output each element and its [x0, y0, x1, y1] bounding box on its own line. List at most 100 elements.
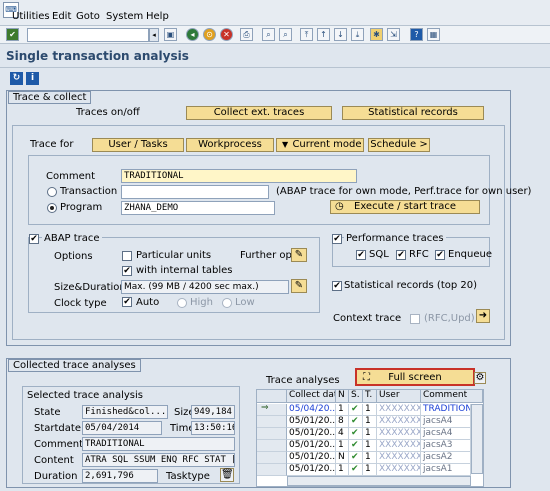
cell-user[interactable]: XXXXXXX	[377, 440, 421, 452]
row-selector[interactable]	[257, 416, 287, 428]
column-s[interactable]: S.	[349, 390, 363, 402]
cell-n[interactable]: 1	[336, 404, 349, 416]
full-screen-button[interactable]: ⛶ Full screen	[355, 368, 475, 386]
info-icon[interactable]: i	[26, 72, 39, 85]
delete-trash-icon[interactable]: 🗑	[220, 468, 234, 482]
table-row[interactable]: 05/01/20.. N ✔ 1 XXXXXXX jacsA2	[257, 452, 471, 464]
menu-goto[interactable]: Goto	[76, 11, 100, 22]
cell-collect-date[interactable]: 05/01/20..	[287, 464, 336, 476]
row-selector[interactable]: ⇒	[257, 403, 287, 416]
statistical-records-button[interactable]: Statistical records	[342, 106, 484, 120]
back-icon[interactable]: ◂	[186, 28, 199, 41]
collect-ext-traces-button[interactable]: Collect ext. traces	[186, 106, 332, 120]
internal-tables-checkbox[interactable]: ✔	[122, 266, 132, 276]
column-collect-date[interactable]: Collect date	[287, 390, 336, 402]
performance-traces-checkbox[interactable]: ✔	[332, 234, 342, 244]
row-selector[interactable]	[257, 440, 287, 452]
abap-trace-checkbox[interactable]: ✔	[29, 234, 39, 244]
command-dropdown-icon[interactable]: ◂	[149, 28, 159, 42]
cell-user[interactable]: XXXXXXX	[377, 452, 421, 464]
cell-collect-date[interactable]: 05/04/20..	[287, 404, 336, 416]
exit-icon[interactable]: ⊙	[203, 28, 216, 41]
cell-user[interactable]: XXXXXXX	[377, 416, 421, 428]
print-icon[interactable]: ⎙	[240, 28, 253, 41]
cell-comment[interactable]: TRADITIONAL	[421, 404, 471, 416]
clock-low-radio[interactable]	[222, 298, 232, 308]
table-row[interactable]: 05/01/20.. 8 ✔ 1 XXXXXXX jacsA4	[257, 416, 471, 428]
find-icon[interactable]: ⌕	[262, 28, 275, 41]
execute-start-trace-button[interactable]: ◷ Execute / start trace	[330, 200, 480, 214]
cell-collect-date[interactable]: 05/01/20..	[287, 440, 336, 452]
column-comment[interactable]: Comment	[421, 390, 483, 402]
context-trace-go-icon[interactable]: ➜	[476, 309, 490, 323]
cell-s[interactable]: ✔	[349, 452, 363, 464]
cell-t[interactable]: 1	[363, 416, 377, 428]
enter-icon[interactable]: ✔	[6, 28, 19, 41]
layout-settings-icon[interactable]: ⚙	[474, 372, 486, 384]
cell-user[interactable]: XXXXXXXX	[377, 404, 421, 416]
row-selector[interactable]	[257, 428, 287, 440]
tab-schedule[interactable]: Schedule >	[368, 138, 430, 152]
size-duration-edit-icon[interactable]: ✎	[291, 279, 307, 293]
next-page-icon[interactable]: ↓	[334, 28, 347, 41]
vertical-scrollbar[interactable]	[471, 404, 483, 474]
enqueue-checkbox[interactable]: ✔	[435, 250, 445, 260]
comment-input[interactable]: TRADITIONAL	[121, 169, 357, 183]
cell-t[interactable]: 1	[363, 428, 377, 440]
rfc-checkbox[interactable]: ✔	[396, 250, 406, 260]
cell-comment[interactable]: jacsA4	[421, 416, 471, 428]
cell-n[interactable]: N	[336, 452, 349, 464]
cell-s[interactable]: ✔	[349, 464, 363, 476]
cell-n[interactable]: 4	[336, 428, 349, 440]
new-session-icon[interactable]: ✱	[370, 28, 383, 41]
menu-help[interactable]: Help	[146, 11, 169, 22]
last-page-icon[interactable]: ⤓	[351, 28, 364, 41]
menu-utilities[interactable]: Utilities	[12, 11, 50, 22]
table-row[interactable]: 05/01/20.. 4 ✔ 1 XXXXXXX jacsA4	[257, 428, 471, 440]
refresh-icon[interactable]: ↻	[10, 72, 23, 85]
cell-t[interactable]: 1	[363, 440, 377, 452]
cell-s[interactable]: ✔	[349, 428, 363, 440]
transaction-radio[interactable]	[47, 187, 57, 197]
program-radio[interactable]	[47, 203, 57, 213]
context-trace-checkbox[interactable]	[410, 314, 420, 324]
program-input[interactable]: ZHANA_DEMO	[121, 201, 275, 215]
find-next-icon[interactable]: ⌕	[279, 28, 292, 41]
layout-menu-icon[interactable]: ▦	[427, 28, 440, 41]
cell-comment[interactable]: jacsA2	[421, 452, 471, 464]
clock-auto-checkbox[interactable]: ✔	[122, 297, 132, 307]
cell-comment[interactable]: jacsA1	[421, 464, 471, 476]
cancel-icon[interactable]: ✕	[220, 28, 233, 41]
cell-comment[interactable]: jacsA4	[421, 428, 471, 440]
cell-t[interactable]: 1	[363, 404, 377, 416]
cell-comment[interactable]: jacsA3	[421, 440, 471, 452]
cell-s[interactable]: ✔	[349, 416, 363, 428]
cell-s[interactable]: ✔	[349, 440, 363, 452]
cell-s[interactable]: ✔	[349, 404, 363, 416]
cell-collect-date[interactable]: 05/01/20..	[287, 428, 336, 440]
cell-n[interactable]: 1	[336, 440, 349, 452]
help-icon[interactable]: ?	[410, 28, 423, 41]
table-row[interactable]: ⇒05/04/20..1✔1XXXXXXXXTRADITIONAL	[257, 403, 471, 416]
shortcut-icon[interactable]: ⇲	[387, 28, 400, 41]
cell-collect-date[interactable]: 05/01/20..	[287, 416, 336, 428]
table-row[interactable]: 05/01/20.. 1 ✔ 1 XXXXXXX jacsA3	[257, 440, 471, 452]
cell-user[interactable]: XXXXXXX	[377, 428, 421, 440]
clock-high-radio[interactable]	[177, 298, 187, 308]
tab-current-mode[interactable]: ▼ Current mode	[276, 138, 364, 152]
statistical-records-checkbox[interactable]: ✔	[332, 281, 342, 291]
sql-checkbox[interactable]: ✔	[356, 250, 366, 260]
row-selector[interactable]	[257, 464, 287, 476]
save-icon[interactable]: ▣	[164, 28, 177, 41]
previous-page-icon[interactable]: ↑	[317, 28, 330, 41]
column-t[interactable]: T.	[363, 390, 377, 402]
cell-n[interactable]: 1	[336, 464, 349, 476]
first-page-icon[interactable]: ⤒	[300, 28, 313, 41]
further-options-icon[interactable]: ✎	[291, 248, 307, 262]
tab-workprocess[interactable]: Workprocess	[186, 138, 274, 152]
column-user[interactable]: User	[377, 390, 421, 402]
command-field[interactable]	[27, 28, 149, 42]
tab-user-tasks[interactable]: User / Tasks	[92, 138, 184, 152]
cell-t[interactable]: 1	[363, 452, 377, 464]
menu-edit[interactable]: Edit	[52, 11, 71, 22]
